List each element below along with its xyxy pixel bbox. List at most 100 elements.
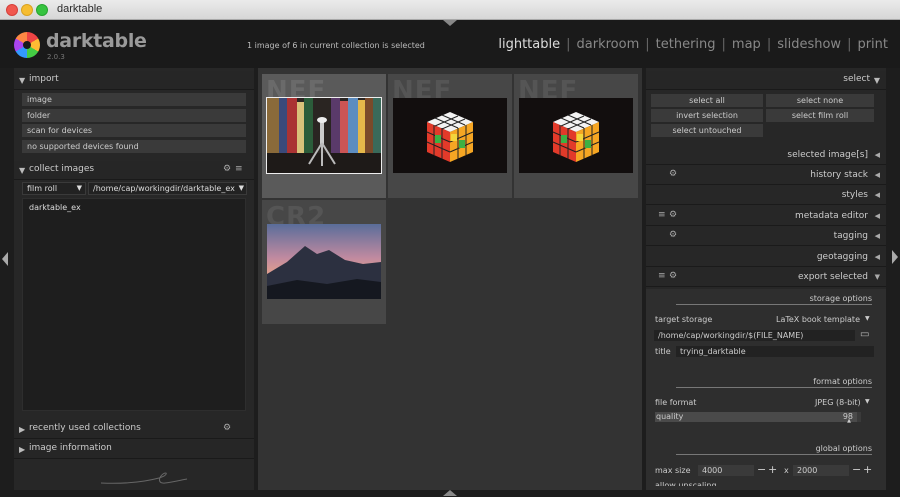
collapsed-triangle-icon: ▶ [19, 445, 26, 454]
slider-handle-icon[interactable]: ▲ [847, 418, 851, 424]
chevron-down-icon[interactable]: ▼ [865, 315, 870, 322]
select-module-header[interactable]: select ▼ [646, 71, 886, 90]
export-path-input[interactable]: /home/cap/workingdir/$(FILE_NAME) [654, 330, 855, 341]
view-slideshow[interactable]: slideshow [777, 37, 841, 52]
select-all-button[interactable]: select all [651, 94, 763, 107]
import-module-header[interactable]: ▼ import [14, 71, 254, 90]
import-folder-button[interactable]: folder [22, 109, 246, 122]
view-print[interactable]: print [857, 37, 888, 52]
window-titlebar: darktable [0, 0, 900, 20]
collection-list[interactable]: darktable_ex [22, 198, 246, 411]
collapsed-triangle-icon: ◀ [874, 191, 880, 199]
section-divider [676, 304, 872, 305]
presets-menu-icon[interactable]: ≡ [658, 210, 666, 220]
maximize-window-button[interactable] [36, 4, 48, 16]
view-switcher: lighttable | darkroom | tethering | map | slides… [498, 37, 888, 52]
minimize-window-button[interactable] [21, 4, 33, 16]
chevron-down-icon: ▼ [238, 183, 244, 194]
module-history-stack[interactable]: ⚙ history stack ◀ [646, 166, 886, 185]
import-image-button[interactable]: image [22, 93, 246, 106]
view-tethering[interactable]: tethering [656, 37, 716, 52]
quality-label: quality [656, 412, 684, 421]
max-height-input[interactable]: 2000 [793, 465, 849, 476]
view-separator: | [766, 37, 772, 52]
decrease-width-icon[interactable]: − [757, 463, 766, 476]
collect-property-select[interactable]: film roll ▼ [22, 182, 86, 195]
photo-rubiks-cube [393, 98, 507, 173]
expand-triangle-icon: ▼ [19, 76, 26, 85]
collect-images-header[interactable]: ▼ collect images ⚙ ≡ [14, 161, 254, 180]
section-divider [676, 387, 872, 388]
collection-list-item[interactable]: darktable_ex [29, 203, 81, 212]
presets-menu-icon[interactable]: ≡ [658, 271, 666, 281]
increase-height-icon[interactable]: + [863, 463, 872, 476]
select-film-roll-button[interactable]: select film roll [766, 109, 874, 122]
scan-devices-button[interactable]: scan for devices [22, 124, 246, 137]
collapse-top-panel-icon[interactable] [443, 20, 457, 26]
quality-slider-fill [655, 412, 857, 422]
view-darkroom[interactable]: darkroom [577, 37, 640, 52]
view-separator: | [847, 37, 852, 52]
view-separator: | [566, 37, 571, 52]
lighttable-area[interactable]: NEF NEF NEF CR2 [258, 68, 642, 490]
selection-status: 1 image of 6 in current collection is se… [247, 41, 425, 50]
max-size-label: max size [655, 466, 691, 475]
thumbnail-4[interactable]: CR2 [262, 200, 386, 324]
max-width-input[interactable]: 4000 [698, 465, 754, 476]
right-panel: select ▼ select all select none invert s… [646, 68, 886, 490]
module-title: export selected [797, 272, 868, 282]
left-panel: ▼ import image folder scan for devices n… [14, 68, 254, 490]
view-separator: | [645, 37, 650, 52]
section-divider [676, 454, 872, 455]
gear-icon[interactable]: ⚙ [669, 210, 677, 220]
recent-collections-header[interactable]: ▶ recently used collections ⚙ [14, 420, 254, 439]
view-lighttable[interactable]: lighttable [498, 37, 560, 52]
collect-path-select[interactable]: /home/cap/workingdir/darktable_ex ▼ [88, 182, 247, 195]
file-format-select[interactable]: JPEG (8-bit) [815, 398, 861, 407]
signature-decoration [100, 472, 188, 484]
quality-slider[interactable]: quality 98 ▲ [655, 412, 861, 424]
module-title: tagging [833, 231, 868, 241]
module-metadata-editor[interactable]: ≡ ⚙ metadata editor ◀ [646, 207, 886, 226]
thumbnail-1[interactable]: NEF [262, 74, 386, 198]
increase-width-icon[interactable]: + [768, 463, 777, 476]
thumbnail-3[interactable]: NEF [514, 74, 638, 198]
invert-selection-button[interactable]: invert selection [651, 109, 763, 122]
collapse-bottom-panel-icon[interactable] [443, 490, 457, 496]
select-untouched-button[interactable]: select untouched [651, 124, 763, 137]
title-input[interactable]: trying_darktable [676, 346, 874, 357]
expand-triangle-icon: ▼ [19, 166, 26, 175]
collect-path-value: /home/cap/workingdir/darktable_ex [93, 184, 235, 193]
image-information-header[interactable]: ▶ image information [14, 440, 254, 459]
module-tagging[interactable]: ⚙ tagging ◀ [646, 227, 886, 246]
gear-icon[interactable]: ⚙ [669, 271, 677, 281]
photo-mountain-sunset [267, 224, 381, 299]
chevron-down-icon[interactable]: ▼ [865, 398, 870, 405]
select-none-button[interactable]: select none [766, 94, 874, 107]
format-options-heading: format options [813, 377, 872, 386]
collapse-left-panel-icon[interactable] [2, 252, 8, 266]
module-export-selected[interactable]: ≡ ⚙ export selected ▼ [646, 268, 886, 287]
target-storage-label: target storage [655, 315, 713, 324]
allow-upscaling-label: allow upscaling [655, 481, 717, 490]
thumbnail-2[interactable]: NEF [388, 74, 512, 198]
gear-icon[interactable]: ⚙ [223, 164, 231, 174]
app-header: darktable 2.0.3 1 image of 6 in current … [0, 20, 900, 68]
collapsed-triangle-icon: ◀ [874, 212, 880, 220]
collapse-right-panel-icon[interactable] [892, 250, 898, 264]
file-format-label: file format [655, 398, 697, 407]
gear-icon[interactable]: ⚙ [669, 169, 677, 179]
collapsed-triangle-icon: ◀ [874, 151, 880, 159]
module-styles[interactable]: styles ◀ [646, 186, 886, 205]
gear-icon[interactable]: ⚙ [669, 230, 677, 240]
module-selected-images[interactable]: selected image[s] ◀ [646, 146, 886, 165]
module-geotagging[interactable]: geotagging ◀ [646, 248, 886, 267]
view-map[interactable]: map [732, 37, 761, 52]
gear-icon[interactable]: ⚙ [223, 423, 231, 433]
folder-icon[interactable]: ▭ [860, 329, 869, 340]
presets-menu-icon[interactable]: ≡ [235, 164, 243, 174]
close-window-button[interactable] [6, 4, 18, 16]
decrease-height-icon[interactable]: − [852, 463, 861, 476]
global-options-heading: global options [815, 444, 872, 453]
target-storage-select[interactable]: LaTeX book template [776, 315, 860, 324]
